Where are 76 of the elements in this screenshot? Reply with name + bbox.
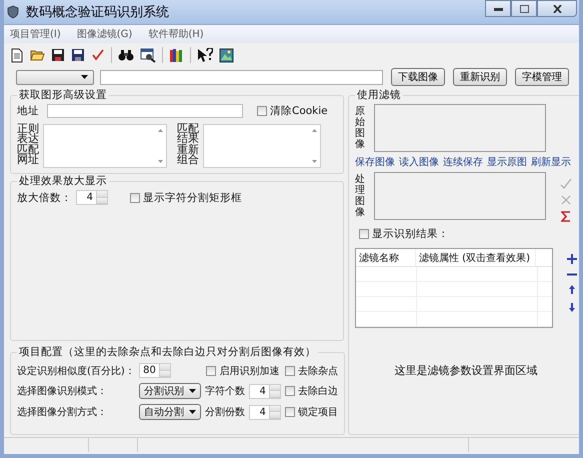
toolbar-button[interactable]: 重新识别 — [453, 68, 507, 86]
scroll-up-icon[interactable] — [312, 129, 316, 132]
mode-label: 选择图像识别模式： — [17, 384, 108, 398]
split-count-spinner[interactable]: 4 — [248, 404, 281, 420]
link[interactable]: 保存图像 — [355, 155, 395, 169]
url-input-field[interactable] — [100, 70, 383, 84]
minimize-icon — [494, 6, 502, 10]
plus-icon[interactable] — [567, 254, 577, 264]
split-dropdown[interactable]: 自动分割 — [138, 404, 201, 420]
help-pointer-icon[interactable] — [197, 48, 213, 62]
lock-project-checkbox[interactable]: 锁定项目 — [284, 405, 338, 419]
link[interactable]: 连续保存 — [443, 155, 483, 169]
maximize-button[interactable] — [511, 0, 537, 17]
shield-icon — [6, 5, 20, 19]
minus-icon[interactable] — [567, 273, 577, 276]
link[interactable]: 刷新显示 — [531, 155, 571, 169]
zoom-spinner[interactable]: 4 — [76, 190, 108, 205]
char-count-label: 字符个数 — [204, 384, 245, 398]
books-icon[interactable] — [169, 48, 184, 62]
scroll-down-icon[interactable] — [158, 160, 162, 163]
split-label: 选择图像分割方式： — [17, 406, 108, 419]
column-header[interactable]: 滤镜名称 — [356, 249, 416, 266]
menu-item[interactable]: 项目管理(I) — [10, 27, 61, 41]
dropdown-arrow-icon — [80, 75, 88, 79]
save-as-icon[interactable] — [71, 48, 85, 62]
check-icon[interactable] — [560, 178, 572, 189]
toolbar-button[interactable]: 下载图像 — [391, 68, 445, 86]
show-result-checkbox[interactable]: 显示识别结果： — [359, 227, 577, 241]
minimize-button[interactable] — [485, 0, 511, 17]
window-search-icon[interactable] — [140, 48, 156, 62]
denoise-checkbox[interactable]: 去除杂点 — [284, 364, 338, 378]
regex-label: 正则表达匹配网址 — [17, 124, 39, 166]
maximize-icon — [520, 4, 528, 12]
zoom-label: 放大倍数： — [17, 190, 72, 204]
menu-item[interactable]: 图像滤镜(G) — [76, 27, 132, 41]
check-icon[interactable] — [91, 48, 105, 62]
column-header[interactable]: 滤镜属性 (双击查看效果) — [416, 249, 536, 266]
new-file-icon[interactable] — [10, 48, 24, 62]
group-title: 获取图形高级设置 — [18, 88, 108, 102]
window-title: 数码概念验证码识别系统 — [26, 4, 169, 21]
similarity-label: 设定识别相似度(百分比)： — [17, 364, 135, 378]
toolbar-button[interactable]: 字模管理 — [515, 68, 569, 86]
original-image-label: 原始图像 — [355, 106, 366, 150]
address-input-field[interactable] — [47, 104, 243, 118]
similarity-spinner[interactable]: 80 — [138, 363, 171, 378]
scroll-down-icon[interactable] — [312, 160, 316, 163]
save-icon[interactable] — [51, 48, 65, 62]
dropdown-arrow-icon — [188, 389, 196, 393]
sigma-icon[interactable] — [561, 211, 571, 222]
char-count-spinner[interactable]: 4 — [248, 384, 281, 398]
image-icon[interactable] — [219, 48, 234, 62]
scroll-up-icon[interactable] — [158, 129, 162, 132]
trim-border-checkbox[interactable]: 去除白边 — [284, 384, 338, 398]
group-title: 项目配置（这里的去除杂点和去除白边只对分割后图像有效） — [18, 345, 317, 359]
recombine-label: 匹配结果重新组合 — [177, 124, 199, 166]
filter-params-note: 这里是滤镜参数设置界面区域 — [394, 363, 538, 378]
down-arrow-icon[interactable] — [569, 303, 575, 312]
group-title: 处理效果放大显示 — [18, 174, 108, 188]
clear-cookie-checkbox[interactable]: 清除Cookie — [257, 104, 328, 118]
speedup-checkbox[interactable]: 启用识别加速 — [206, 364, 280, 378]
group-title: 使用滤镜 — [356, 88, 402, 102]
open-folder-icon[interactable] — [30, 48, 45, 62]
mode-dropdown[interactable]: 分割识别 — [138, 383, 201, 399]
binoculars-icon[interactable] — [118, 48, 134, 62]
up-arrow-icon[interactable] — [569, 285, 575, 294]
address-label: 地址 — [17, 104, 39, 118]
link[interactable]: 读入图像 — [399, 155, 439, 169]
menu-item[interactable]: 软件帮助(H) — [148, 27, 204, 41]
link[interactable]: 显示原图 — [487, 155, 527, 169]
split-count-label: 分割份数 — [204, 406, 245, 419]
dropdown-arrow-icon — [188, 410, 196, 414]
close-button[interactable] — [537, 0, 577, 17]
processed-image-label: 处理图像 — [355, 174, 366, 218]
url-dropdown[interactable] — [16, 70, 94, 84]
show-boxes-checkbox[interactable]: 显示字符分割矩形框 — [130, 190, 242, 204]
close-icon — [552, 4, 562, 12]
